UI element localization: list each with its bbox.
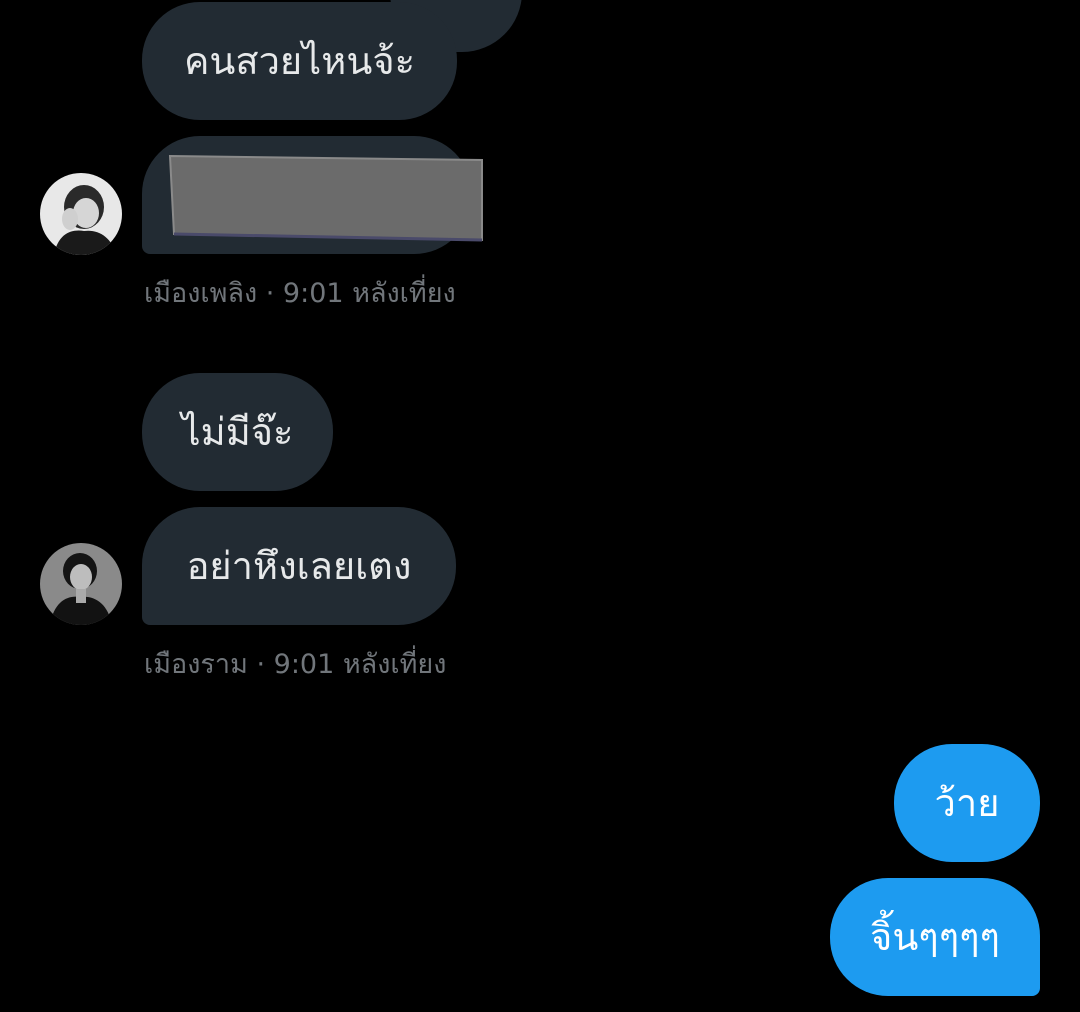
sender-avatar[interactable] <box>40 173 122 255</box>
avatar-photo-icon <box>40 173 122 255</box>
message-meta: เมืองเพลิง · 9:01 หลังเที่ยง <box>144 278 456 309</box>
avatar-photo-icon <box>40 543 122 625</box>
incoming-message-bubble[interactable]: อย่าหึงเลยเตง <box>142 507 456 625</box>
incoming-message-bubble[interactable]: ไม่มีจ๊ะ <box>142 373 333 491</box>
incoming-message-bubble[interactable]: คนสวยไหนจ้ะ <box>142 2 457 120</box>
message-meta: เมืองราม · 9:01 หลังเที่ยง <box>144 649 447 680</box>
message-text: ว้าย <box>934 781 1000 825</box>
outgoing-message-bubble[interactable]: จิ้นๆๆๆๆ <box>830 878 1040 996</box>
message-text: จิ้นๆๆๆๆ <box>870 915 1000 959</box>
message-text: ไม่มีจ๊ะ <box>181 410 294 454</box>
message-text: คนสวยไหนจ้ะ <box>183 39 415 83</box>
redacted-image-block <box>168 154 483 242</box>
message-text: อย่าหึงเลยเตง <box>186 544 412 588</box>
outgoing-message-bubble[interactable]: ว้าย <box>894 744 1040 862</box>
sender-avatar[interactable] <box>40 543 122 625</box>
